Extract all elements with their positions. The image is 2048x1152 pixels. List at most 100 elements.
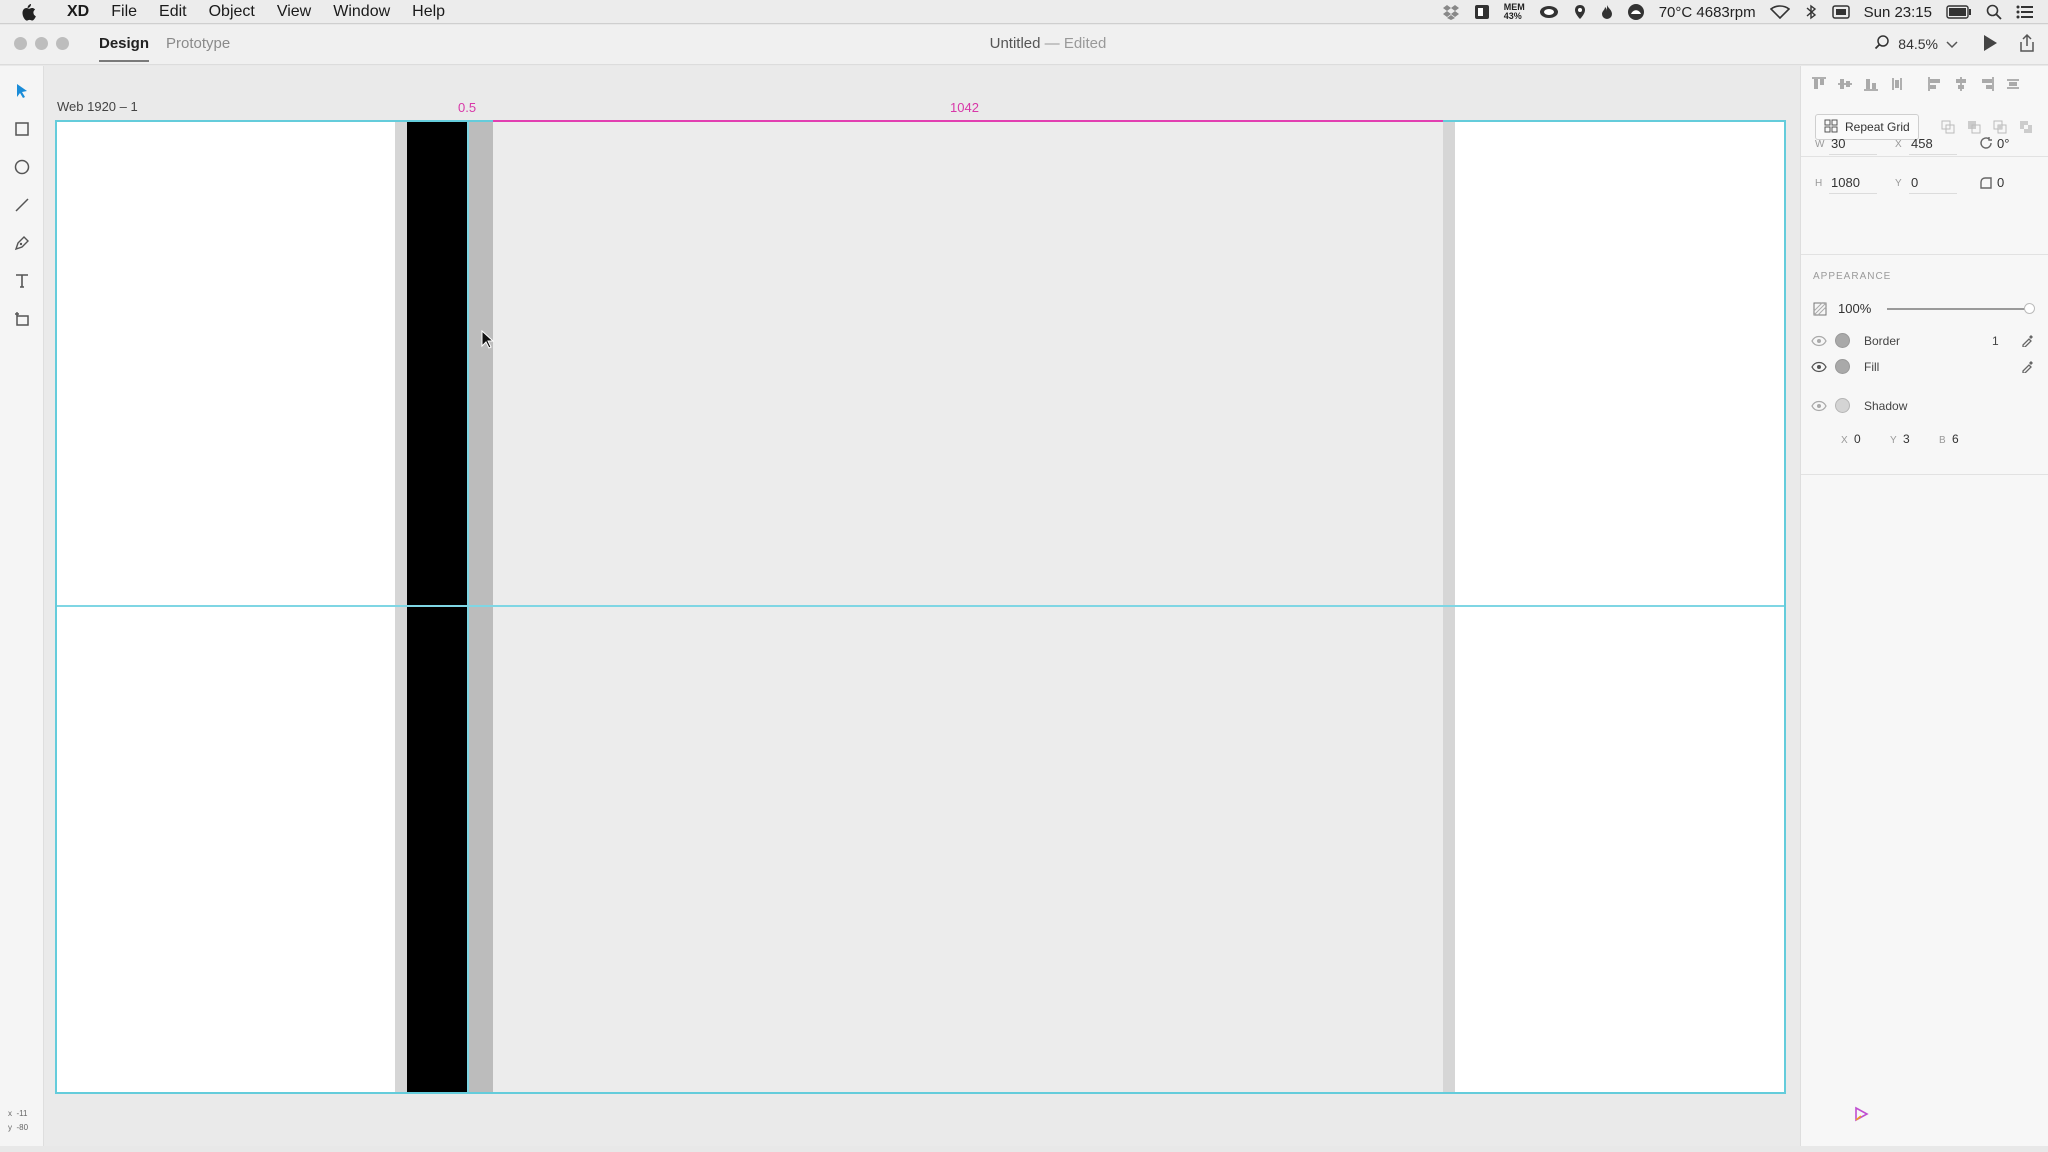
location-icon[interactable]	[1573, 0, 1587, 24]
align-bottom-icon[interactable]	[1863, 76, 1879, 92]
repeat-grid-icon	[1824, 119, 1838, 136]
cursor-coordinates: x -11 y -80	[8, 1107, 28, 1135]
divider	[1801, 156, 2048, 157]
eye-icon[interactable]	[1811, 400, 1827, 412]
coord-x-value: -11	[16, 1109, 28, 1118]
document-state: Edited	[1063, 35, 1107, 52]
artboard-tool-icon[interactable]	[11, 308, 33, 330]
text-tool-icon[interactable]	[11, 270, 33, 292]
y-label: Y	[1895, 178, 1902, 189]
design-canvas[interactable]: Web 1920 – 1 0.5 1042	[44, 66, 1800, 1146]
memory-value: 43%	[1503, 11, 1522, 21]
gutter-left	[395, 122, 407, 1092]
artboard[interactable]	[55, 120, 1786, 1094]
repeat-grid-label: Repeat Grid	[1845, 120, 1910, 134]
xd-logo-icon[interactable]	[1853, 1106, 1869, 1127]
flame-icon[interactable]	[1601, 0, 1613, 24]
menu-window[interactable]: Window	[322, 3, 401, 21]
app-status-icon[interactable]	[1474, 0, 1490, 24]
y-underline	[1909, 193, 1957, 194]
menu-object[interactable]: Object	[198, 3, 266, 21]
fill-color-swatch[interactable]	[1835, 359, 1850, 374]
memory-indicator[interactable]: MEM 43%	[1504, 3, 1525, 21]
apple-icon[interactable]	[20, 3, 42, 21]
menu-help[interactable]: Help	[401, 3, 456, 21]
height-underline	[1829, 193, 1877, 194]
distribute-vertical-icon[interactable]	[1889, 76, 1905, 92]
document-titlebar: Design Prototype Untitled — Edited 84.5%	[0, 25, 2048, 65]
pen-tool-icon[interactable]	[11, 232, 33, 254]
corner-radius-field[interactable]: 0	[1997, 175, 2004, 190]
shadow-y-field[interactable]: 3	[1903, 432, 1910, 446]
opacity-value[interactable]: 100%	[1838, 301, 1871, 316]
shadow-color-swatch[interactable]	[1835, 398, 1850, 413]
rectangle-tool-icon[interactable]	[11, 118, 33, 140]
notification-center-icon[interactable]	[2016, 0, 2034, 24]
boolean-subtract-icon[interactable]	[1967, 120, 1981, 134]
eye-icon[interactable]	[1811, 335, 1827, 347]
coord-x-label: x	[8, 1109, 12, 1118]
clock[interactable]: Sun 23:15	[1864, 4, 1932, 21]
ellipse-tool-icon[interactable]	[11, 156, 33, 178]
select-tool-icon[interactable]	[11, 80, 33, 102]
shadow-label: Shadow	[1864, 399, 1908, 413]
width-field[interactable]: 30	[1831, 136, 1845, 151]
y-field[interactable]: 0	[1911, 175, 1918, 190]
boolean-intersect-icon[interactable]	[1993, 120, 2007, 134]
wifi-icon[interactable]	[1769, 0, 1790, 24]
zoom-value[interactable]: 84.5%	[1898, 36, 1938, 52]
align-left-icon[interactable]	[1927, 76, 1943, 92]
mouse-cursor-icon	[481, 329, 495, 355]
desktop-preview-play-icon[interactable]	[1982, 34, 1998, 57]
opacity-slider[interactable]	[1887, 303, 2035, 314]
opacity-slider-knob[interactable]	[2024, 303, 2035, 314]
eyedropper-icon[interactable]	[2021, 359, 2035, 374]
shadow-blur-label: B	[1939, 435, 1946, 446]
align-right-icon[interactable]	[1979, 76, 1995, 92]
chevron-down-icon[interactable]	[1946, 36, 1958, 52]
display-icon[interactable]	[1831, 0, 1850, 24]
menu-edit[interactable]: Edit	[148, 3, 198, 21]
measure-label-right: 1042	[950, 100, 979, 115]
menu-bar: XD File Edit Object View Window Help MEM…	[0, 0, 2048, 24]
align-center-icon[interactable]	[1953, 76, 1969, 92]
boolean-exclude-icon[interactable]	[2019, 120, 2033, 134]
fan-icon[interactable]	[1627, 0, 1645, 24]
eyedropper-icon[interactable]	[2021, 333, 2035, 348]
x-field[interactable]: 458	[1911, 136, 1933, 151]
distribute-horizontal-icon[interactable]	[2005, 76, 2021, 92]
gray-column[interactable]	[467, 122, 493, 1092]
shadow-x-field[interactable]: 0	[1854, 432, 1861, 446]
content-column[interactable]	[493, 122, 1443, 1092]
appearance-heading: APPEARANCE	[1813, 271, 1892, 282]
boolean-add-icon[interactable]	[1941, 120, 1955, 134]
line-tool-icon[interactable]	[11, 194, 33, 216]
rotation-field[interactable]: 0°	[1997, 136, 2009, 151]
selected-rectangle[interactable]	[407, 122, 467, 1092]
eye-icon[interactable]	[1811, 361, 1827, 373]
dropbox-icon[interactable]	[1442, 0, 1460, 24]
battery-icon[interactable]	[1946, 0, 1972, 24]
align-top-icon[interactable]	[1811, 76, 1827, 92]
spotlight-search-icon[interactable]	[1986, 0, 2002, 24]
share-icon[interactable]	[2018, 33, 2036, 58]
menu-view[interactable]: View	[266, 3, 322, 21]
x-label: X	[1895, 139, 1902, 150]
temperature-readout[interactable]: 70°C 4683rpm	[1659, 4, 1756, 21]
shadow-x-label: X	[1841, 435, 1848, 446]
zoom-control[interactable]: 84.5%	[1874, 34, 1958, 53]
menu-xd[interactable]: XD	[56, 3, 100, 21]
artboard-label[interactable]: Web 1920 – 1	[57, 99, 138, 114]
coord-y-label: y	[8, 1123, 12, 1132]
menu-file[interactable]: File	[100, 3, 148, 21]
align-middle-icon[interactable]	[1837, 76, 1853, 92]
width-label: W	[1815, 139, 1825, 150]
border-width-field[interactable]: 1	[1992, 334, 1999, 348]
bluetooth-icon[interactable]	[1804, 0, 1818, 24]
shadow-blur-field[interactable]: 6	[1952, 432, 1959, 446]
rotation-icon	[1979, 136, 1993, 153]
border-color-swatch[interactable]	[1835, 333, 1850, 348]
cloud-icon[interactable]	[1539, 0, 1559, 24]
border-label: Border	[1864, 334, 1901, 348]
height-field[interactable]: 1080	[1831, 175, 1860, 190]
